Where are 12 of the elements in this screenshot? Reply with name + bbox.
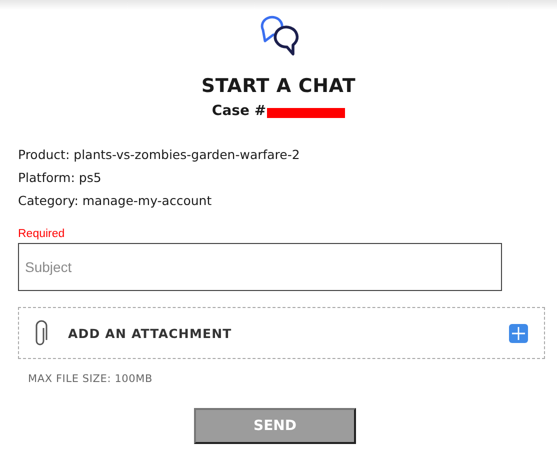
page-title: START A CHAT <box>201 75 356 97</box>
detail-text: Product: plants-vs-zombies-garden-warfare-2 <box>18 147 301 162</box>
case-label: Case # <box>212 103 266 119</box>
required-label: Required <box>18 228 66 240</box>
max-size-note: MAX FILE SIZE: 100MB <box>28 373 154 385</box>
detail-text: Category: manage-my-account <box>18 193 213 208</box>
add-button[interactable] <box>509 324 528 342</box>
paperclip-icon <box>35 320 49 346</box>
detail-text: Platform: ps5 <box>18 170 102 185</box>
attachment-panel[interactable]: ADD AN ATTACHMENT <box>18 307 545 359</box>
subject-field[interactable]: Subject <box>18 243 502 291</box>
attachment-label: ADD AN ATTACHMENT <box>68 326 233 340</box>
